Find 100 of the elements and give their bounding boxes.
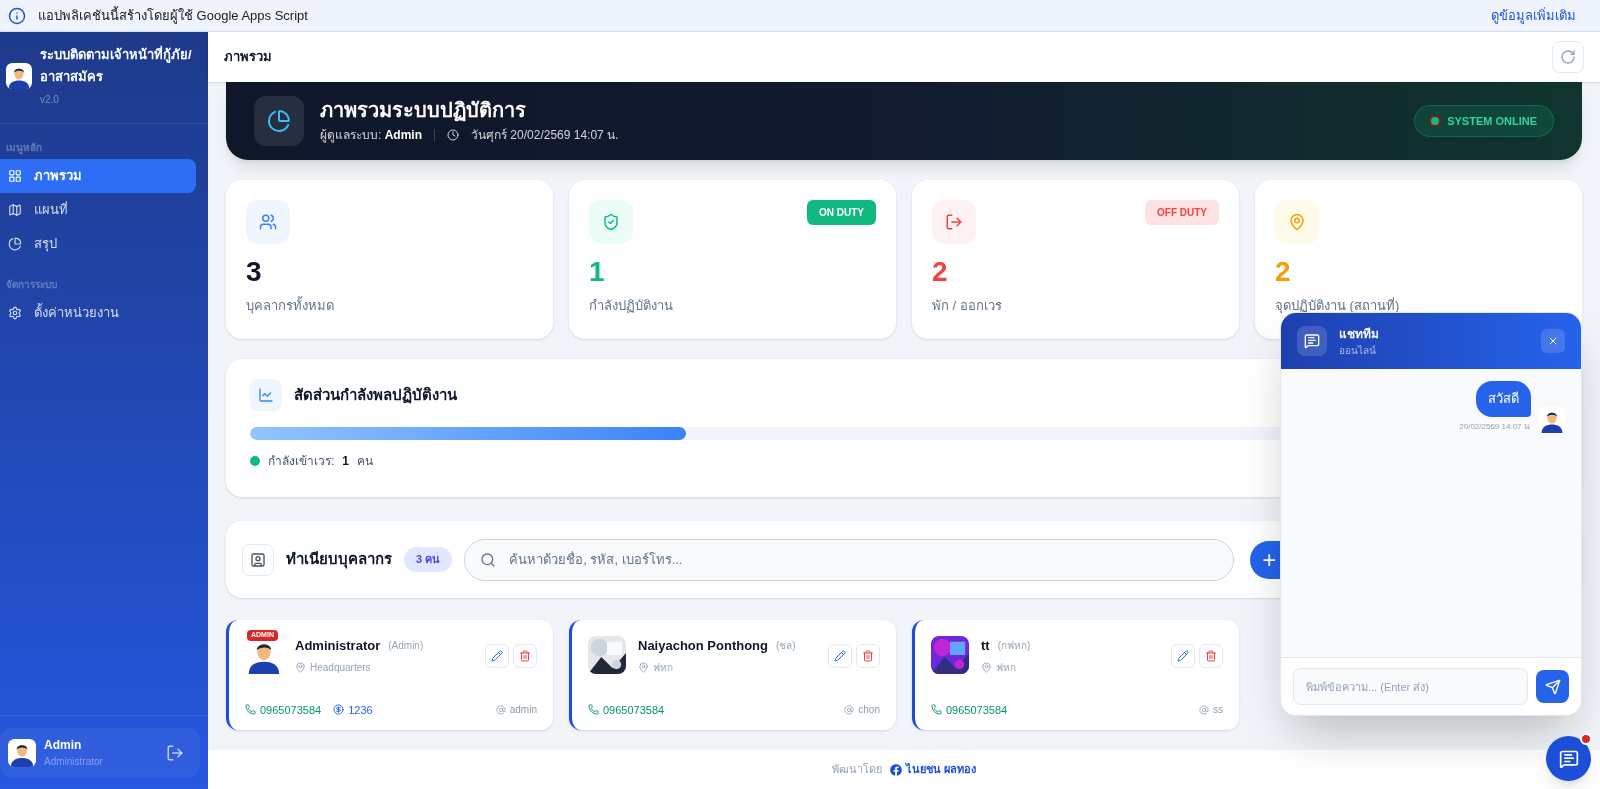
notice-text: แอปพลิเคชันนี้สร้างโดยผู้ใช้ Google Apps Script [38, 5, 308, 26]
person-location: ฟหก [996, 660, 1016, 675]
send-button[interactable] [1536, 670, 1569, 703]
duty-badge: OFF DUTY [1145, 200, 1219, 225]
chat-icon [1558, 748, 1579, 769]
people-icon [259, 213, 277, 231]
search-icon [480, 551, 497, 568]
phone-icon [245, 704, 256, 716]
message-time: 20/02/2569 14:07 น. [1459, 420, 1531, 433]
stat-label: พัก / ออกเวร [932, 297, 1003, 315]
pin-icon [638, 661, 649, 673]
close-button[interactable] [1541, 329, 1565, 353]
person-location: ฟหก [653, 660, 673, 675]
edit-button[interactable] [828, 644, 852, 668]
status-badge: SYSTEM ONLINE [1414, 105, 1554, 137]
trash-icon [519, 650, 531, 662]
person-username: admin [509, 703, 537, 718]
person-name: Administrator [295, 637, 381, 655]
facebook-icon [889, 763, 902, 776]
hero-title: ภาพรวมระบบปฏิบัติการ [320, 98, 527, 122]
person-name: Naiyachon Ponthong [638, 637, 768, 655]
sidebar-item[interactable]: แผนที่ [0, 193, 196, 227]
chat-title: แชททีม [1339, 325, 1379, 343]
legend-value: 1 [342, 453, 350, 470]
sender-avatar-icon [1539, 406, 1565, 433]
ratio-title: สัดส่วนกำลังพลปฏิบัติงาน [294, 384, 457, 406]
pencil-icon [834, 650, 846, 662]
person-phone: 0965073584 [946, 702, 1008, 718]
person-code: 1236 [348, 702, 373, 718]
phone-icon [931, 704, 942, 716]
learn-more-link[interactable]: ดูข้อมูลเพิ่มเติม [1491, 5, 1576, 26]
logout-icon [166, 743, 184, 762]
app-title: ระบบติดตามเจ้าหน้าที่กู้ภัย/อาสาสมัคร [40, 44, 193, 86]
logout-button[interactable] [166, 743, 184, 762]
contact-icon [250, 551, 266, 568]
stat-value: 3 [246, 256, 263, 288]
search-field[interactable]: ค้นหาด้วยชื่อ, รหัส, เบอร์โทร... [464, 538, 1235, 581]
person-username: ss [1213, 703, 1223, 718]
admin-label: ผู้ดูแลระบบ: Admin [320, 127, 423, 144]
sidebar-item[interactable]: ภาพรวม [0, 159, 196, 193]
refresh-button[interactable] [1552, 41, 1584, 73]
delete-button[interactable] [856, 644, 880, 668]
exit-icon [945, 213, 963, 231]
pin-icon [295, 661, 306, 673]
info-icon [8, 6, 26, 25]
clock-icon [447, 129, 460, 141]
message-bubble: สวัสดี [1476, 381, 1531, 417]
stat-value: 2 [1275, 256, 1292, 288]
shield-icon [602, 213, 620, 231]
stat-value: 1 [589, 256, 606, 288]
edit-button[interactable] [1171, 644, 1195, 668]
pencil-icon [491, 650, 503, 662]
person-username: chon [858, 703, 880, 718]
gear-icon [8, 306, 22, 320]
delete-button[interactable] [1199, 644, 1223, 668]
user-name: Admin [44, 737, 83, 754]
author-link[interactable]: ไนยชน ผลทอง [905, 761, 977, 778]
edit-button[interactable] [485, 644, 509, 668]
legend-unit: คน [357, 453, 374, 470]
directory-title: ทำเนียบบุคลากร [286, 549, 392, 571]
sidebar-item[interactable]: ตั้งค่าหน่วยงาน [0, 296, 196, 330]
sidebar-item[interactable]: สรุป [0, 227, 196, 261]
chat-status: ออนไลน์ [1339, 343, 1377, 358]
grid-icon [8, 169, 22, 183]
map-icon [8, 203, 22, 217]
section-heading: จัดการระบบ [5, 278, 58, 292]
pie-chart-icon [8, 237, 22, 251]
at-icon [1199, 704, 1209, 715]
avatar-icon [6, 62, 32, 89]
pin-icon [981, 661, 992, 673]
trash-icon [862, 650, 874, 662]
send-icon [1544, 678, 1561, 695]
page-title: ภาพรวม [224, 48, 272, 67]
stat-label: กำลังปฏิบัติงาน [589, 297, 674, 315]
pie-chart-icon [267, 109, 291, 133]
phone-icon [588, 704, 599, 716]
duty-badge: ON DUTY [807, 200, 876, 225]
close-icon [1547, 335, 1559, 347]
person-phone: 0965073584 [603, 702, 665, 718]
delete-button[interactable] [513, 644, 537, 668]
refresh-icon [1560, 49, 1576, 65]
person-role: (กฟหก) [997, 639, 1031, 654]
stat-label: บุคลากรทั้งหมด [246, 296, 335, 316]
at-icon [844, 704, 855, 715]
person-location: Headquarters [310, 660, 371, 675]
person-name: tt [981, 637, 990, 655]
trash-icon [1205, 650, 1217, 662]
count-badge: 3 คน [404, 547, 453, 572]
person-phone: 0965073584 [260, 702, 322, 718]
person-role: (Admin) [388, 639, 424, 654]
legend-label: กำลังเข้าเวร: [268, 453, 335, 470]
version-label: v2.0 [40, 93, 60, 107]
pencil-icon [1177, 650, 1189, 662]
chart-icon [258, 387, 274, 403]
message-field[interactable]: พิมพ์ข้อความ... (Enter ส่ง) [1293, 668, 1528, 705]
pin-icon [1288, 213, 1306, 231]
user-role: Administrator [44, 755, 103, 769]
at-icon [495, 704, 506, 715]
person-role: (ชล) [776, 639, 796, 654]
footer-label: พัฒนาโดย [831, 762, 882, 778]
